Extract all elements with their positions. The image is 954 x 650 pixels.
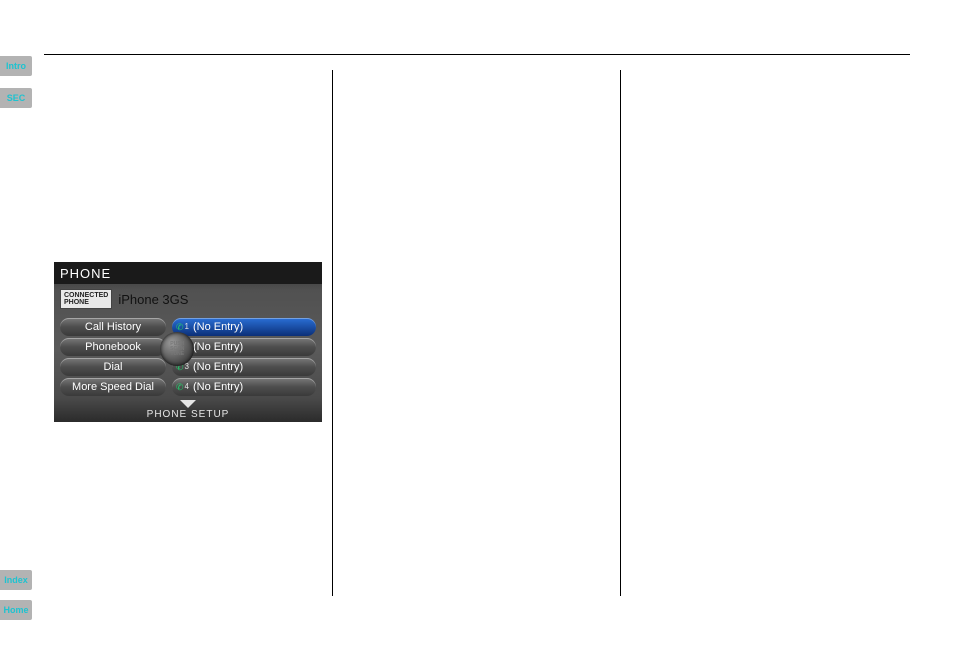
speed-dial-label: (No Entry) bbox=[193, 378, 243, 396]
menu-dial: Dial bbox=[60, 358, 166, 376]
connected-phone-chip: CONNECTED PHONE bbox=[60, 289, 112, 309]
chevron-down-icon bbox=[180, 400, 196, 408]
tune-dial: PUSH SCAN TUNE bbox=[160, 332, 194, 366]
column-1: PHONE CONNECTED PHONE iPhone 3GS PUSH SC… bbox=[44, 70, 332, 596]
speed-dial-entry-4: ✆4 (No Entry) bbox=[172, 378, 316, 396]
menu-more-speed-dial: More Speed Dial bbox=[60, 378, 166, 396]
phone-screen-connected-row: CONNECTED PHONE iPhone 3GS bbox=[60, 288, 316, 310]
speed-dial-label: (No Entry) bbox=[193, 358, 243, 376]
page: PHONE CONNECTED PHONE iPhone 3GS PUSH SC… bbox=[44, 0, 910, 650]
phone-screen-left-menu: Call History Phonebook Dial More Speed D… bbox=[60, 318, 166, 402]
side-tab-sec[interactable]: SEC bbox=[0, 88, 32, 108]
columns: PHONE CONNECTED PHONE iPhone 3GS PUSH SC… bbox=[44, 70, 910, 596]
side-tab-index[interactable]: Index bbox=[0, 570, 32, 590]
side-tab-home[interactable]: Home bbox=[0, 600, 32, 620]
page-top-rule bbox=[44, 54, 910, 55]
menu-call-history: Call History bbox=[60, 318, 166, 336]
speed-dial-label: (No Entry) bbox=[193, 338, 243, 356]
menu-phonebook: Phonebook bbox=[60, 338, 166, 356]
connected-phone-name: iPhone 3GS bbox=[118, 292, 188, 307]
phone-screen-graphic: PHONE CONNECTED PHONE iPhone 3GS PUSH SC… bbox=[54, 262, 322, 422]
phone-screen-speed-dial-list: ✆1 (No Entry) ✆2 (No Entry) ✆3 (No Entry… bbox=[172, 318, 316, 402]
phone-setup-label: PHONE SETUP bbox=[54, 409, 322, 420]
phone-icon: ✆4 bbox=[176, 378, 189, 396]
column-2 bbox=[332, 70, 621, 596]
speed-dial-entry-1: ✆1 (No Entry) bbox=[172, 318, 316, 336]
speed-dial-entry-3: ✆3 (No Entry) bbox=[172, 358, 316, 376]
column-3 bbox=[621, 70, 910, 596]
phone-screen-title: PHONE bbox=[54, 262, 322, 284]
speed-dial-index: 4 bbox=[185, 378, 189, 396]
side-tab-intro[interactable]: Intro bbox=[0, 56, 32, 76]
speed-dial-label: (No Entry) bbox=[193, 318, 243, 336]
